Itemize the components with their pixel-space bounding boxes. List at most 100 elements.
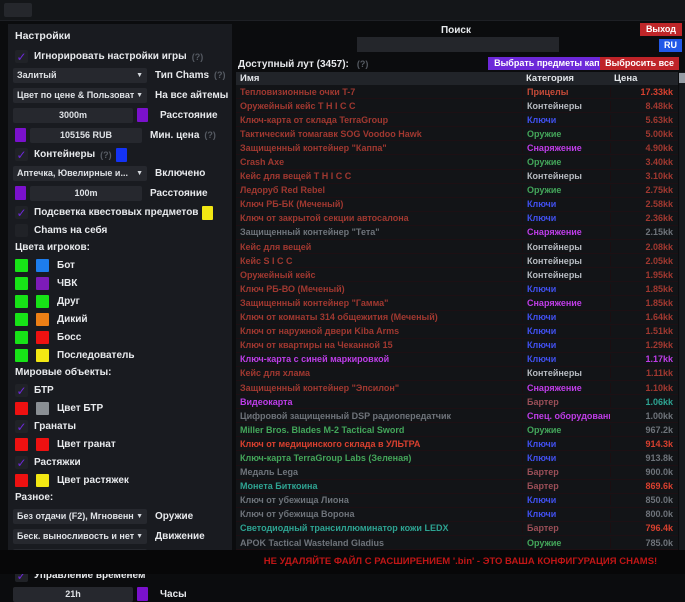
table-row[interactable]: Ключ РБ-БК (Меченый)Ключи2.58kk: [236, 198, 678, 212]
table-row[interactable]: Тактический томагавк SOG Voodoo HawkОруж…: [236, 127, 678, 141]
color-swatch[interactable]: [36, 438, 49, 451]
checkbox[interactable]: ✓: [15, 224, 28, 237]
value-input[interactable]: 21h: [13, 587, 133, 602]
table-row[interactable]: Кейс для вещей T H I C CКонтейнеры3.10kk: [236, 170, 678, 184]
color-swatch[interactable]: [15, 474, 28, 487]
table-row[interactable]: Ключ от наружной двери Kiba ArmsКлючи1.5…: [236, 325, 678, 339]
table-row[interactable]: Ключ РБ-ВО (Меченый)Ключи1.85kk: [236, 282, 678, 296]
color-swatch[interactable]: [15, 277, 28, 290]
help-icon[interactable]: (?): [204, 130, 216, 140]
table-row[interactable]: Ключ-карта с синей маркировкойКлючи1.17k…: [236, 353, 678, 367]
color-swatch[interactable]: [15, 349, 28, 362]
color-swatch[interactable]: [36, 313, 49, 326]
table-row[interactable]: Защищенный контейнер "Гамма"Снаряжение1.…: [236, 296, 678, 310]
settings-row: Залитый▼Тип Chams(?): [13, 67, 227, 83]
item-name: Медаль Lega: [236, 467, 522, 477]
select-kappa-button[interactable]: Выбрать предметы каппа: [488, 57, 616, 70]
table-row[interactable]: Медаль LegaБартер900.0k: [236, 466, 678, 480]
dropdown[interactable]: Аптечка, Ювелирные и...▼: [13, 166, 147, 181]
table-row[interactable]: Оружейный кейс T H I C CКонтейнеры8.48kk: [236, 99, 678, 113]
exit-button[interactable]: Выход: [640, 23, 682, 36]
dropdown[interactable]: Беск. выносливость и нет уста▼: [13, 529, 147, 544]
color-swatch[interactable]: [15, 259, 28, 272]
color-swatch[interactable]: [137, 587, 148, 601]
checkbox[interactable]: ✓: [15, 50, 28, 63]
table-row[interactable]: Защищенный контейнер "Тета"Снаряжение2.1…: [236, 226, 678, 240]
table-row[interactable]: Монета БиткоинаБартер869.6k: [236, 480, 678, 494]
color-swatch[interactable]: [202, 206, 213, 220]
value-input[interactable]: 3000m: [13, 108, 133, 123]
table-row[interactable]: Ледоруб Red RebelОружие2.75kk: [236, 184, 678, 198]
checkbox[interactable]: ✓: [15, 420, 28, 433]
scrollbar-thumb[interactable]: [679, 73, 685, 83]
color-swatch[interactable]: [116, 148, 127, 162]
table-row[interactable]: Оружейный кейсКонтейнеры1.95kk: [236, 268, 678, 282]
table-row[interactable]: Тепловизионные очки T-7Прицелы17.33kk: [236, 85, 678, 99]
swatch-label: Цвет растяжек: [57, 475, 129, 486]
table-row[interactable]: Кейс для хламаКонтейнеры1.11kk: [236, 367, 678, 381]
window-tab[interactable]: [4, 3, 32, 17]
color-swatch[interactable]: [36, 277, 49, 290]
table-row[interactable]: Miller Bros. Blades M-2 Tactical SwordОр…: [236, 423, 678, 437]
color-swatch[interactable]: [15, 186, 26, 200]
table-row[interactable]: ВидеокартаБартер1.06kk: [236, 395, 678, 409]
dropdown[interactable]: Цвет по цене & Пользователь▼: [13, 88, 147, 103]
color-swatch[interactable]: [36, 259, 49, 272]
table-row[interactable]: Ключ от медицинского склада в УЛЬТРАКлюч…: [236, 437, 678, 451]
item-price: 1.85kk: [610, 284, 678, 294]
table-row[interactable]: Ключ от квартиры на Чеканной 15Ключи1.29…: [236, 339, 678, 353]
table-row[interactable]: Ключ-карта от склада TerraGroupКлючи5.63…: [236, 113, 678, 127]
color-swatch[interactable]: [15, 313, 28, 326]
table-row[interactable]: Ключ от комнаты 314 общежития (Меченый)К…: [236, 311, 678, 325]
settings-row: Цвет растяжек: [13, 473, 227, 488]
item-price: 1.29kk: [610, 340, 678, 350]
table-row[interactable]: Кейс для вещейКонтейнеры2.08kk: [236, 240, 678, 254]
dropdown[interactable]: Без отдачи (F2), Мгновенное п▼: [13, 509, 147, 524]
value-input[interactable]: 105156 RUB: [30, 128, 142, 143]
item-category: Контейнеры: [522, 101, 610, 111]
table-row[interactable]: Защищенный контейнер "Эпсилон"Снаряжение…: [236, 381, 678, 395]
column-header-price[interactable]: Цена: [610, 73, 678, 84]
table-row[interactable]: Ключ от закрытой секции автосалонаКлючи2…: [236, 212, 678, 226]
checkbox[interactable]: ✓: [15, 206, 28, 219]
column-header-name[interactable]: Имя: [236, 73, 522, 84]
drop-all-button[interactable]: Выбросить все: [600, 57, 679, 70]
table-row[interactable]: Светодиодный трансиллюминатор кожи LEDXБ…: [236, 522, 678, 536]
help-icon[interactable]: (?): [192, 52, 204, 62]
color-swatch[interactable]: [36, 474, 49, 487]
color-swatch[interactable]: [36, 402, 49, 415]
loot-help-icon[interactable]: (?): [357, 59, 369, 69]
table-row[interactable]: Ключ-карта TerraGroup Labs (Зеленая)Ключ…: [236, 451, 678, 465]
table-row[interactable]: Кейс S I C CКонтейнеры2.05kk: [236, 254, 678, 268]
help-icon[interactable]: (?): [214, 70, 226, 80]
color-swatch[interactable]: [15, 295, 28, 308]
color-swatch[interactable]: [15, 331, 28, 344]
color-swatch[interactable]: [36, 349, 49, 362]
language-button[interactable]: RU: [659, 39, 682, 52]
table-row[interactable]: Ключ от убежища ВоронаКлючи800.0k: [236, 508, 678, 522]
color-swatch[interactable]: [15, 128, 26, 142]
checkbox[interactable]: ✓: [15, 384, 28, 397]
table-row[interactable]: Цифровой защищенный DSP радиопередатчикС…: [236, 409, 678, 423]
color-swatch[interactable]: [36, 331, 49, 344]
checkbox[interactable]: ✓: [15, 456, 28, 469]
table-row[interactable]: APOK Tactical Wasteland GladiusОружие785…: [236, 536, 678, 550]
item-category: Ключи: [522, 495, 610, 505]
item-category: Контейнеры: [522, 256, 610, 266]
help-icon[interactable]: (?): [100, 150, 112, 160]
checkbox[interactable]: ✓: [15, 148, 28, 161]
color-swatch[interactable]: [36, 295, 49, 308]
color-swatch[interactable]: [15, 438, 28, 451]
table-row[interactable]: Crash AxeОружие3.40kk: [236, 155, 678, 169]
item-category: Ключи: [522, 213, 610, 223]
color-swatch[interactable]: [137, 108, 148, 122]
value-input[interactable]: 100m: [30, 186, 142, 201]
table-row[interactable]: Ключ от убежища ЛионаКлючи850.0k: [236, 494, 678, 508]
item-price: 1.00kk: [610, 411, 678, 421]
column-header-category[interactable]: Категория: [522, 73, 610, 84]
dropdown[interactable]: Залитый▼: [13, 68, 147, 83]
table-row[interactable]: Защищенный контейнер "Каппа"Снаряжение4.…: [236, 141, 678, 155]
search-input[interactable]: [357, 37, 559, 52]
color-swatch[interactable]: [15, 402, 28, 415]
table-scrollbar[interactable]: [679, 72, 685, 550]
